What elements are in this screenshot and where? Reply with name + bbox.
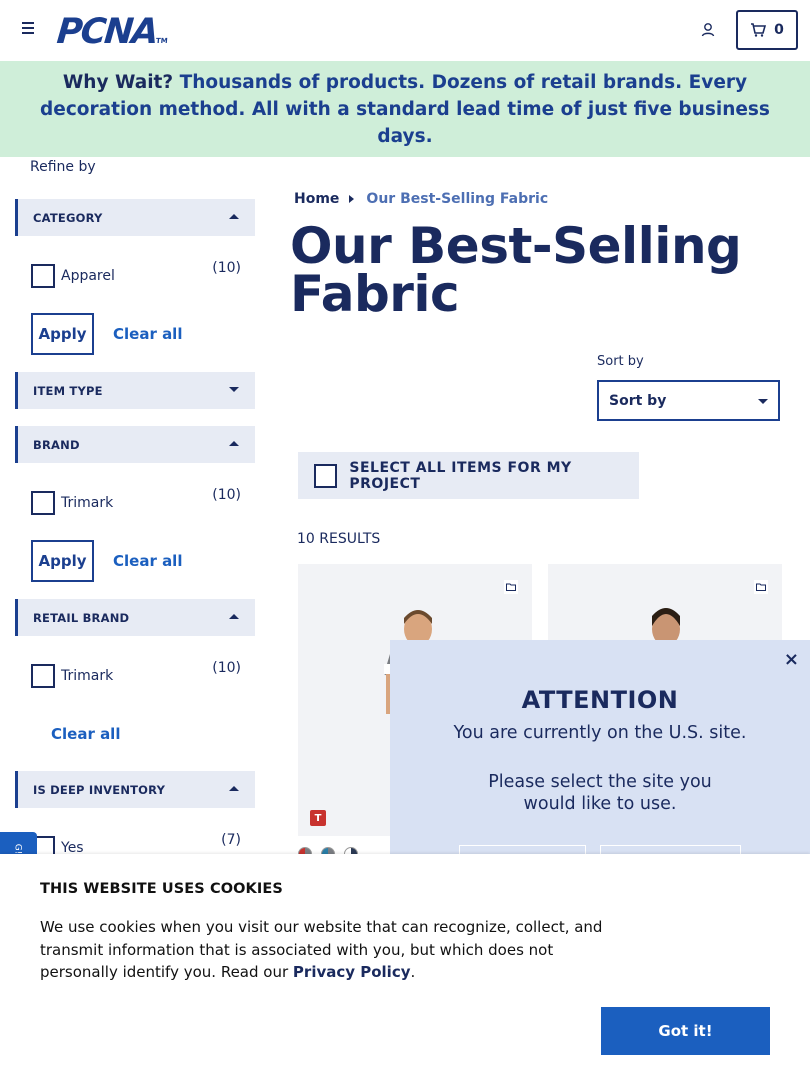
sort-label: Sort by xyxy=(597,354,644,369)
facet-title: RETAIL BRAND xyxy=(33,610,130,625)
select-all-items-button[interactable]: SELECT ALL ITEMS FOR MY PROJECT xyxy=(298,452,639,499)
cart-count: 0 xyxy=(774,22,784,38)
modal-title: ATTENTION xyxy=(521,686,679,714)
cookie-banner: THIS WEBSITE USES COOKIES We use cookies… xyxy=(0,854,810,1080)
modal-text-line2: Please select the site you xyxy=(488,772,712,792)
refine-by-label: Refine by xyxy=(30,159,96,175)
checkbox[interactable] xyxy=(31,664,55,688)
site-header: PCNATM 0 xyxy=(0,0,810,61)
caret-up-icon xyxy=(229,786,239,791)
sort-value: Sort by xyxy=(609,392,667,409)
facet-option-retail-trimark[interactable]: Trimark (10) xyxy=(31,660,243,688)
facet-option-apparel[interactable]: Apparel (10) xyxy=(31,260,243,288)
facet-title: ITEM TYPE xyxy=(33,383,103,398)
cart-button[interactable]: 0 xyxy=(736,10,798,50)
caret-up-icon xyxy=(229,214,239,219)
caret-up-icon xyxy=(229,441,239,446)
cart-icon xyxy=(751,23,767,37)
modal-text-line1: You are currently on the U.S. site. xyxy=(453,723,747,743)
clear-retail-brand-link[interactable]: Clear all xyxy=(51,725,120,743)
add-to-project-icon[interactable] xyxy=(754,580,768,594)
option-label: Apparel xyxy=(61,268,115,284)
add-to-project-icon[interactable] xyxy=(504,580,518,594)
checkbox[interactable] xyxy=(31,491,55,515)
modal-text-line3: would like to use. xyxy=(523,794,677,814)
breadcrumb: Home Our Best-Selling Fabric xyxy=(294,191,548,207)
breadcrumb-home-link[interactable]: Home xyxy=(294,191,339,207)
select-all-label: SELECT ALL ITEMS FOR MY PROJECT xyxy=(349,459,572,492)
results-count: 10 RESULTS xyxy=(297,531,381,547)
apply-brand-button[interactable]: Apply xyxy=(31,540,94,582)
clear-category-link[interactable]: Clear all xyxy=(113,325,182,343)
site-selection-modal: × ATTENTION You are currently on the U.S… xyxy=(390,640,810,870)
caret-down-icon xyxy=(229,387,239,392)
caret-up-icon xyxy=(229,614,239,619)
clear-brand-link[interactable]: Clear all xyxy=(113,552,182,570)
close-icon[interactable]: × xyxy=(784,649,799,670)
banner-lead: Why Wait? xyxy=(62,71,174,93)
facet-item-type-header[interactable]: ITEM TYPE xyxy=(15,372,255,409)
cookie-title: THIS WEBSITE USES COOKIES xyxy=(40,881,283,897)
apply-category-button[interactable]: Apply xyxy=(31,313,94,355)
trimark-brand-badge: T xyxy=(310,810,326,826)
checkbox[interactable] xyxy=(31,264,55,288)
facet-title: CATEGORY xyxy=(33,210,103,225)
checkbox[interactable] xyxy=(314,463,338,488)
privacy-policy-link[interactable]: Privacy Policy xyxy=(293,963,411,981)
facet-brand-header[interactable]: BRAND xyxy=(15,426,255,463)
option-count: (10) xyxy=(212,487,241,503)
facet-title: IS DEEP INVENTORY xyxy=(33,782,166,797)
option-count: (10) xyxy=(212,660,241,676)
facet-retail-brand-header[interactable]: RETAIL BRAND xyxy=(15,599,255,636)
cookie-period: . xyxy=(410,963,416,981)
account-icon[interactable] xyxy=(700,22,716,38)
facet-category-header[interactable]: CATEGORY xyxy=(15,199,255,236)
option-count: (7) xyxy=(221,832,241,848)
chevron-down-icon xyxy=(758,399,768,404)
chevron-right-icon xyxy=(349,195,355,203)
pcna-logo[interactable]: PCNATM xyxy=(55,12,170,52)
sort-select[interactable]: Sort by xyxy=(597,380,780,421)
option-label: Trimark xyxy=(61,668,114,684)
hamburger-menu-icon[interactable] xyxy=(22,22,35,36)
facet-title: BRAND xyxy=(33,437,80,452)
cookie-text: We use cookies when you visit our websit… xyxy=(40,916,610,984)
got-it-button[interactable]: Got it! xyxy=(601,1007,770,1055)
feedback-tab-label: G! xyxy=(12,843,23,855)
facet-deep-inventory-header[interactable]: IS DEEP INVENTORY xyxy=(15,771,255,808)
facet-option-trimark[interactable]: Trimark (10) xyxy=(31,487,243,515)
page-title: Our Best-Selling Fabric xyxy=(290,217,742,323)
option-count: (10) xyxy=(212,260,241,276)
option-label: Trimark xyxy=(61,495,114,511)
breadcrumb-current: Our Best-Selling Fabric xyxy=(366,191,549,207)
promo-banner: Why Wait? Thousands of products. Dozens … xyxy=(0,61,810,157)
